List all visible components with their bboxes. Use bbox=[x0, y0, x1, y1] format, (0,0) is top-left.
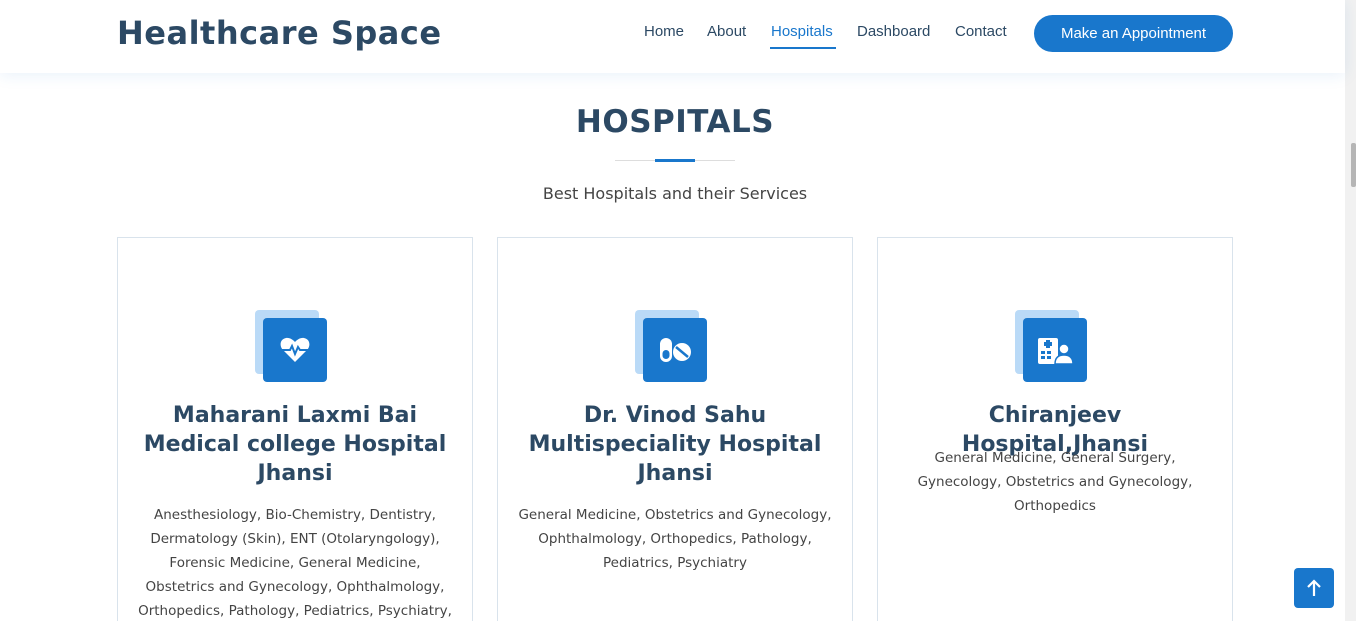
card-icon-box bbox=[1015, 310, 1088, 383]
hospital-services: General Medicine, General Surgery, Gynec… bbox=[917, 450, 1193, 514]
hospital-card: Dr. Vinod Sahu Multispeciality Hospital … bbox=[497, 237, 853, 621]
make-appointment-button[interactable]: Make an Appointment bbox=[1034, 15, 1233, 52]
hospital-card: Chiranjeev Hospital,Jhansi General Medic… bbox=[877, 237, 1233, 621]
hospital-name: Dr. Vinod Sahu Multispeciality Hospital … bbox=[528, 403, 822, 486]
hospital-services: General Medicine, Obstetrics and Gynecol… bbox=[518, 507, 832, 571]
card-icon-box bbox=[255, 310, 328, 383]
page-scrollbar[interactable] bbox=[1345, 0, 1356, 621]
pills-icon bbox=[643, 318, 707, 382]
heart-pulse-icon bbox=[263, 318, 327, 382]
nav-link-home[interactable]: Home bbox=[644, 23, 684, 40]
scrollbar-thumb[interactable] bbox=[1351, 143, 1356, 187]
nav-link-contact[interactable]: Contact bbox=[955, 23, 1007, 40]
title-divider-accent bbox=[655, 159, 695, 162]
nav-active-underline bbox=[770, 47, 836, 49]
nav-link-dashboard[interactable]: Dashboard bbox=[857, 23, 930, 40]
hospital-services: Anesthesiology, Bio-Chemistry, Dentistry… bbox=[138, 507, 452, 619]
hospital-user-icon bbox=[1023, 318, 1087, 382]
section-subtitle: Best Hospitals and their Services bbox=[542, 184, 808, 203]
back-to-top-button[interactable] bbox=[1294, 568, 1334, 608]
hospital-card: Maharani Laxmi Bai Medical college Hospi… bbox=[117, 237, 473, 621]
card-icon-box bbox=[635, 310, 708, 383]
nav-link-about[interactable]: About bbox=[707, 23, 746, 40]
site-header: Healthcare Space Home About Hospitals Da… bbox=[0, 0, 1345, 73]
nav-link-hospitals[interactable]: Hospitals bbox=[771, 23, 833, 40]
page: Healthcare Space Home About Hospitals Da… bbox=[0, 0, 1356, 621]
site-logo[interactable]: Healthcare Space bbox=[117, 14, 442, 52]
section-title: HOSPITALS bbox=[575, 104, 775, 140]
arrow-up-icon bbox=[1307, 579, 1321, 596]
hospital-name: Maharani Laxmi Bai Medical college Hospi… bbox=[143, 403, 447, 486]
